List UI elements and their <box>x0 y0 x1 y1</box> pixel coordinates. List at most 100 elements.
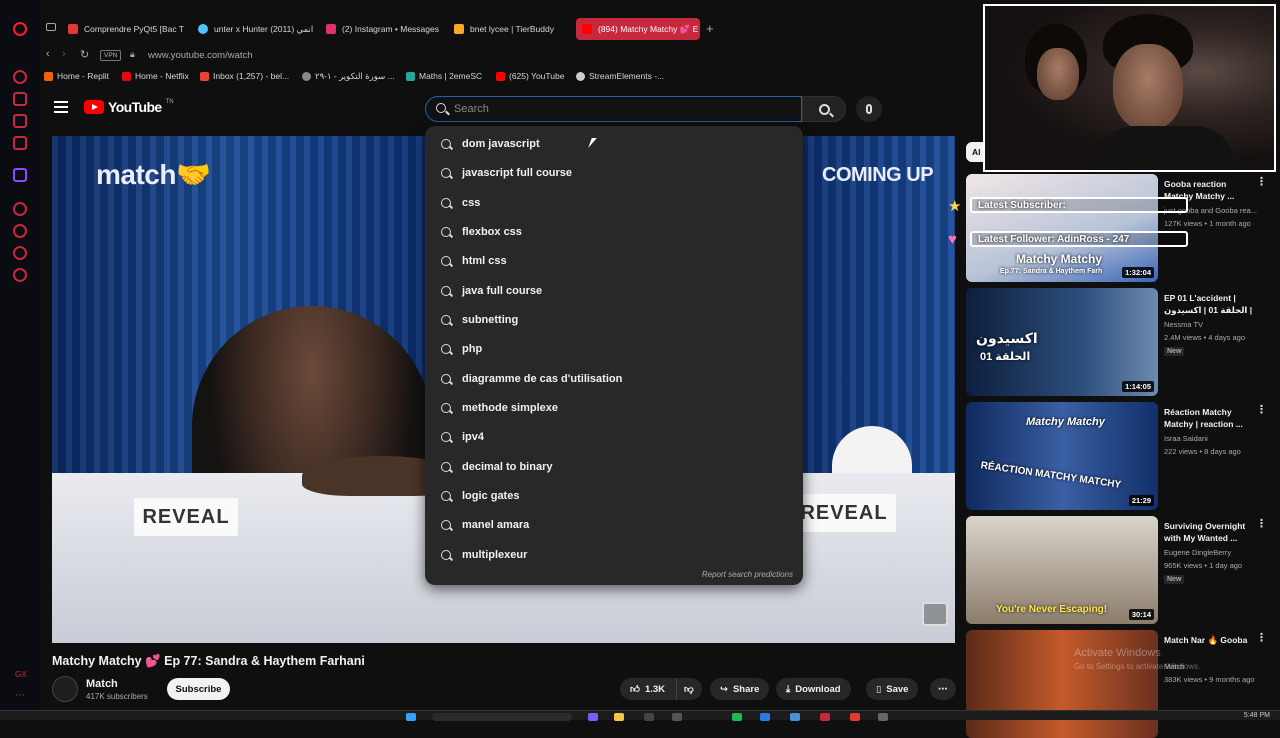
hamburger-menu-icon[interactable] <box>54 101 68 113</box>
more-options-icon[interactable]: ⋮ <box>1256 519 1267 530</box>
tab-instagram[interactable]: (2) Instagram • Messages <box>320 18 442 40</box>
more-actions-button[interactable]: ⋯ <box>930 678 956 700</box>
bookmark-label: سورة التكوير - ١-٢٩ ... <box>315 71 395 81</box>
channel-name[interactable]: Israa Saidani <box>1164 434 1208 443</box>
new-tab-button[interactable]: + <box>706 21 714 36</box>
netflix-favicon-icon <box>122 71 131 81</box>
bookmark-quran[interactable]: سورة التكوير - ١-٢٩ ... <box>302 71 395 82</box>
tab-hunter[interactable]: unter x Hunter (2011) انمي <box>192 18 314 40</box>
history-icon[interactable] <box>13 202 27 216</box>
whatsapp-icon[interactable] <box>13 114 27 128</box>
bookmark-maths[interactable]: Maths | 2emeSC <box>406 71 482 81</box>
aria-icon[interactable] <box>13 70 27 84</box>
channel-avatar[interactable] <box>52 676 78 702</box>
video-title[interactable]: Réaction Matchy Matchy | reaction ... <box>1164 406 1256 430</box>
url-field[interactable]: www.youtube.com/watch <box>148 50 253 61</box>
search-suggestions: dom javascript javascript full course cs… <box>425 126 803 585</box>
suggestion-item[interactable]: logic gates <box>425 481 803 510</box>
bookmark-gmail[interactable]: Inbox (1,257) - bel... <box>200 71 289 81</box>
windows-taskbar: 5:48 PM <box>0 710 1280 721</box>
suggestion-item[interactable]: diagramme de cas d'utilisation <box>425 364 803 393</box>
messenger-icon[interactable] <box>13 92 27 106</box>
vpn-badge[interactable]: VPN <box>100 50 122 61</box>
reveal-sign-right: REVEAL <box>792 494 896 532</box>
more-options-icon[interactable]: ⋮ <box>1256 405 1267 416</box>
tab-matchy-active[interactable]: (894) Matchy Matchy 💕 E <box>576 18 700 40</box>
bookmark-streamelements[interactable]: StreamElements -... <box>576 71 664 81</box>
suggestion-item[interactable]: ipv4 <box>425 422 803 451</box>
suggestion-item[interactable]: java full course <box>425 276 803 305</box>
video-title[interactable]: Surviving Overnight with My Wanted ... <box>1164 520 1256 544</box>
channel-name[interactable]: Nessma TV <box>1164 320 1203 329</box>
thumbnail-text: You're Never Escaping! <box>996 604 1108 615</box>
tab-tierbuddy[interactable]: bnet lycee | TierBuddy <box>448 18 570 40</box>
reload-icon[interactable]: ↻ <box>80 48 89 61</box>
recommendation-item[interactable]: اكسيدون الحلقة 01 1:14:05 EP 01 L'accide… <box>966 288 1276 396</box>
search-icon <box>441 373 451 384</box>
voice-search-button[interactable] <box>856 96 882 122</box>
video-title[interactable]: EP 01 L'accident | الحلقة 01 | اكسيدون | <box>1164 292 1256 316</box>
bookmark-replit[interactable]: Home - Replit <box>44 71 109 81</box>
channel-name[interactable]: Match <box>86 678 118 690</box>
subscribe-button[interactable]: Subscribe <box>167 678 230 700</box>
recommendation-item[interactable]: Matchy Matchy Ep.77: Sandra & Haythem Fa… <box>966 174 1276 282</box>
instagram-icon[interactable] <box>13 136 27 150</box>
dislike-button[interactable]: 👎︎ <box>676 678 702 700</box>
system-clock[interactable]: 5:48 PM <box>1244 712 1270 719</box>
opera-logo-icon[interactable] <box>13 22 27 36</box>
clock-icon[interactable] <box>13 224 27 238</box>
recommendations: Matchy Matchy Ep.77: Sandra & Haythem Fa… <box>966 136 1276 738</box>
back-icon[interactable]: ‹ <box>46 48 50 60</box>
suggestion-text: php <box>462 342 483 355</box>
search-button[interactable] <box>802 96 846 122</box>
channel-name[interactable]: Eugene DingleBerry <box>1164 548 1231 557</box>
suggestion-item[interactable]: subnetting <box>425 305 803 334</box>
suggestion-item[interactable]: methode simplexe <box>425 393 803 422</box>
tab-overview-icon[interactable] <box>46 23 56 31</box>
suggestion-item[interactable]: multiplexeur <box>425 540 803 569</box>
gx-icon[interactable]: GX <box>15 670 27 679</box>
video-thumbnail[interactable]: Matchy Matchy Ep.77: Sandra & Haythem Fa… <box>966 174 1158 282</box>
share-button[interactable]: ↪ Share <box>710 678 770 700</box>
video-meta: 127K views • 1 month ago <box>1164 219 1251 228</box>
save-button[interactable]: ▯ Save <box>866 678 919 700</box>
address-bar: ‹ › ↻ VPN 🔒︎ www.youtube.com/watch <box>40 44 980 66</box>
suggestion-item[interactable]: html css <box>425 246 803 275</box>
youtube-logo[interactable]: YouTube TN <box>84 99 174 115</box>
downloads-icon[interactable] <box>13 246 27 260</box>
search-input[interactable] <box>454 103 754 115</box>
video-thumbnail[interactable]: Matchy Matchy RÉACTION MATCHY MATCHY 21:… <box>966 402 1158 510</box>
search-box[interactable] <box>425 96 802 122</box>
lock-icon[interactable]: 🔒︎ <box>130 49 135 60</box>
suggestion-item[interactable]: decimal to binary <box>425 452 803 481</box>
channel-watermark-icon[interactable] <box>922 602 948 626</box>
search-icon <box>441 138 451 149</box>
recommendation-item[interactable]: You're Never Escaping! 30:14 Surviving O… <box>966 516 1276 624</box>
video-thumbnail[interactable]: You're Never Escaping! 30:14 <box>966 516 1158 624</box>
bookmark-icon: ▯ <box>876 683 882 695</box>
suggestion-item[interactable]: css <box>425 188 803 217</box>
suggestion-item[interactable]: flexbox css <box>425 217 803 246</box>
suggestion-item[interactable]: php <box>425 334 803 363</box>
settings-icon[interactable] <box>13 268 27 282</box>
suggestion-item[interactable]: javascript full course <box>425 158 803 187</box>
download-button[interactable]: ⤓ Download <box>776 678 851 700</box>
more-options-icon[interactable]: ⋮ <box>1256 633 1267 644</box>
bookmark-youtube[interactable]: (625) YouTube <box>496 71 564 81</box>
video-thumbnail[interactable]: اكسيدون الحلقة 01 1:14:05 <box>966 288 1158 396</box>
more-options-icon[interactable]: ⋮ <box>1256 177 1267 188</box>
video-title[interactable]: Match Nar 🔥 Gooba <box>1164 634 1256 646</box>
twitch-icon[interactable] <box>13 168 27 182</box>
more-icon[interactable]: ⋯ <box>15 690 25 701</box>
tab-pyqt5[interactable]: Comprendre PyQt5 [Bac T <box>62 18 184 40</box>
new-badge: New <box>1164 575 1185 584</box>
suggestion-item[interactable]: manel amara <box>425 510 803 539</box>
search-icon <box>441 519 451 530</box>
like-button[interactable]: 👍︎ 1.3K <box>620 678 676 700</box>
recommendation-item[interactable]: Matchy Matchy RÉACTION MATCHY MATCHY 21:… <box>966 402 1276 510</box>
bookmark-netflix[interactable]: Home - Netflix <box>122 71 189 81</box>
suggestion-item[interactable]: dom javascript <box>425 129 803 158</box>
forward-icon[interactable]: › <box>62 48 66 60</box>
report-predictions-link[interactable]: Report search predictions <box>702 570 793 579</box>
youtube-favicon-icon <box>496 71 505 81</box>
